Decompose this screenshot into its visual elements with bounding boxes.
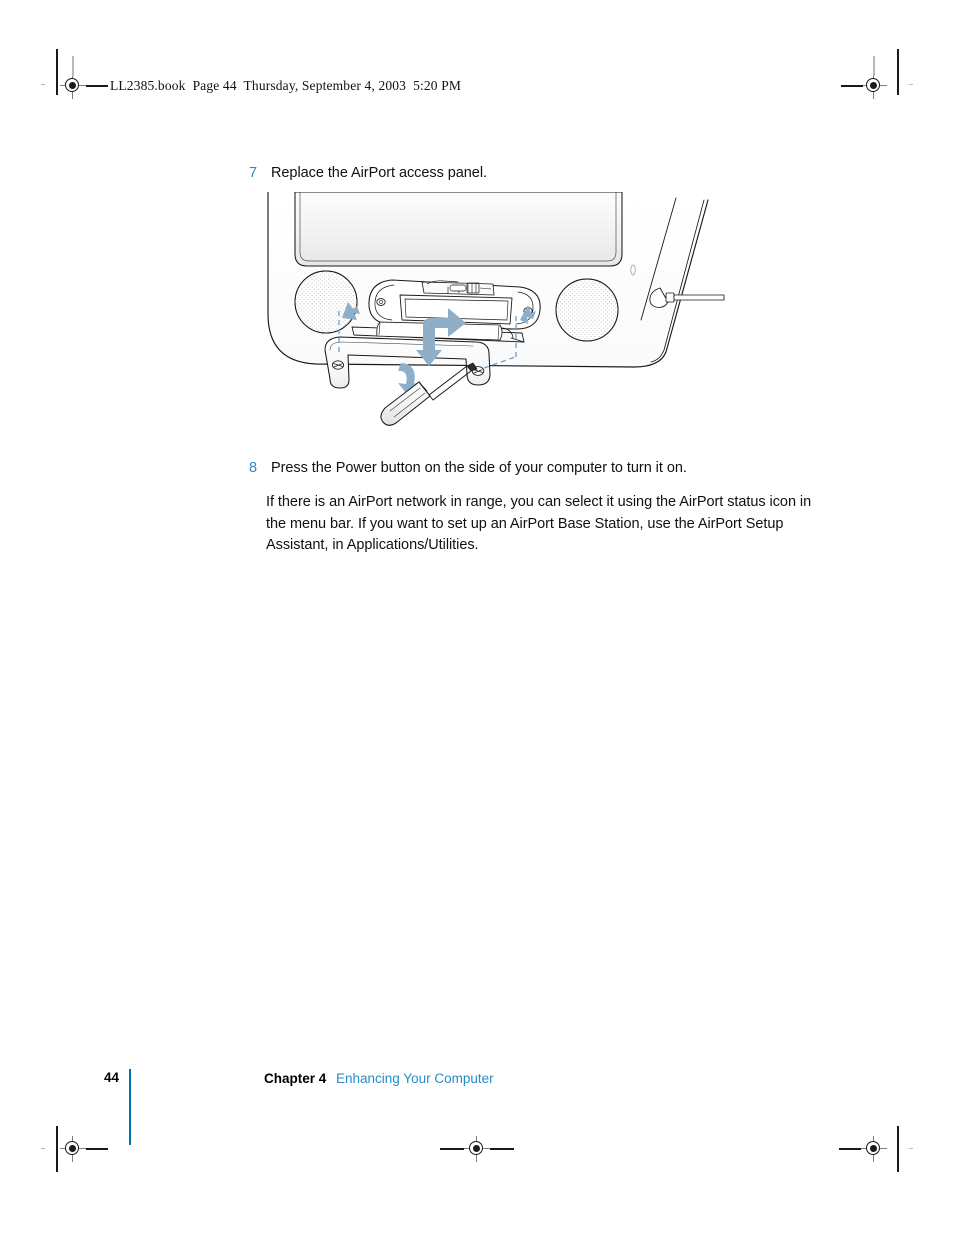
trim-tick-bottom-right <box>909 1148 913 1150</box>
registration-mark-bottom-center <box>464 1136 490 1162</box>
registration-arm-bottom-center-right <box>490 1148 514 1150</box>
step-item-8: 8 Press the Power button on the side of … <box>249 458 849 479</box>
registration-mark-top-left <box>60 73 86 99</box>
registration-arm-top-left <box>86 85 108 87</box>
footer-chapter-label: Chapter 4 <box>264 1071 327 1086</box>
airport-panel-illustration <box>262 192 742 447</box>
step-text: Replace the AirPort access panel. <box>271 165 487 181</box>
trim-line-top-right <box>897 49 899 95</box>
trim-line-bottom-right <box>897 1126 899 1172</box>
trim-tick-top-left <box>41 84 45 86</box>
step-number: 7 <box>249 165 258 181</box>
trim-line-bottom-left <box>56 1126 58 1172</box>
step-number: 8 <box>249 460 258 476</box>
registration-arm-bottom-right <box>839 1148 861 1150</box>
step-item-7: 7 Replace the AirPort access panel. <box>249 163 809 184</box>
registration-arm-bottom-left <box>86 1148 108 1150</box>
registration-mark-bottom-right <box>861 1136 887 1162</box>
step-8-paragraph: If there is an AirPort network in range,… <box>266 494 812 553</box>
document-page: LL2385.book Page 44 Thursday, September … <box>0 0 954 1235</box>
registration-mark-bottom-left <box>60 1136 86 1162</box>
registration-mark-top-right <box>861 73 887 99</box>
footer-chapter-title: Enhancing Your Computer <box>336 1071 494 1086</box>
screwdriver <box>380 362 478 426</box>
running-header: LL2385.book Page 44 Thursday, September … <box>110 78 462 93</box>
trim-tick-top-right <box>909 84 913 86</box>
footer-page-number: 44 <box>104 1070 120 1085</box>
registration-hair-top-left <box>72 56 74 76</box>
step-text: Press the Power button on the side of yo… <box>271 460 687 476</box>
trim-line-top-left <box>56 49 58 95</box>
registration-arm-bottom-center-left <box>440 1148 464 1150</box>
footer-vertical-rule <box>129 1069 132 1145</box>
trim-tick-bottom-left <box>41 1148 45 1150</box>
registration-hair-top-right <box>873 56 875 76</box>
registration-arm-top-right <box>841 85 863 87</box>
